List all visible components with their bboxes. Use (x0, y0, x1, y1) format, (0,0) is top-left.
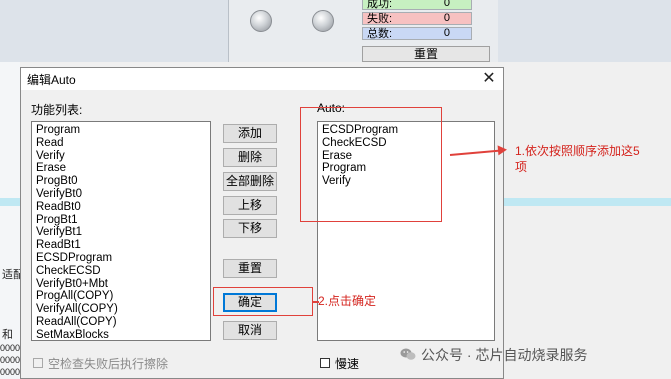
dialog-title: 编辑Auto (27, 73, 76, 87)
move-down-button[interactable]: 下移 (223, 219, 277, 238)
annotation-note-1: 1.依次按照顺序添加这5 (515, 144, 640, 158)
function-list-item[interactable]: Verify (36, 150, 206, 163)
add-button[interactable]: 添加 (223, 124, 277, 143)
annotation-note-1-cont: 项 (515, 160, 528, 174)
cancel-button[interactable]: 取消 (223, 321, 277, 340)
stat-total-label: 总数: (367, 28, 393, 40)
move-up-button[interactable]: 上移 (223, 196, 277, 215)
retry-erase-checkbox[interactable] (33, 358, 43, 368)
slow-speed-checkbox[interactable] (320, 358, 330, 368)
watermark-text: 公众号 · 芯片自动烧录服务 (421, 347, 588, 363)
function-list-item[interactable]: ECSDProgram (36, 252, 206, 265)
status-led-1 (250, 10, 272, 32)
delete-all-button[interactable]: 全部删除 (223, 172, 277, 191)
background-text-fragment: 0000 (0, 367, 21, 377)
stat-success-value: 0 (443, 0, 450, 9)
dialog-titlebar: 编辑Auto ✕ (21, 68, 503, 90)
slow-speed-label: 慢速 (335, 357, 360, 371)
reset-button[interactable]: 重置 (223, 259, 277, 278)
background-text-fragment: 0000 (0, 355, 21, 365)
function-list-item[interactable]: ReadBt0 (36, 201, 206, 214)
function-list-item[interactable]: SetMaxBlocks (36, 329, 206, 342)
stat-success-row: 成功: (362, 0, 472, 10)
function-list-item[interactable]: ProgAll(COPY) (36, 290, 206, 303)
close-icon[interactable]: ✕ (479, 69, 499, 89)
function-list-item[interactable]: VerifyAll(COPY) (36, 303, 206, 316)
stat-total-row: 总数: (362, 27, 472, 40)
function-list-item[interactable]: Program (36, 124, 206, 137)
delete-button[interactable]: 删除 (223, 148, 277, 167)
function-list-item[interactable]: VerifyBt0+Mbt (36, 278, 206, 291)
function-list-item[interactable]: ProgBt1 (36, 214, 206, 227)
function-listbox[interactable]: Program Read Verify Erase ProgBt0 VerifyBt0 Re… (31, 121, 211, 341)
background-reset-button[interactable]: 重置 (362, 46, 490, 62)
stat-fail-row: 失败: (362, 12, 472, 25)
retry-erase-label: 空检查失败后执行擦除 (48, 357, 169, 371)
function-list-item[interactable]: Read (36, 137, 206, 150)
stat-total-value: 0 (443, 27, 450, 39)
annotation-box-auto-list (300, 107, 442, 222)
stat-success-label: 成功: (367, 0, 393, 10)
function-list-item[interactable]: CheckECSD (36, 265, 206, 278)
function-list-item[interactable]: VerifyBt0 (36, 188, 206, 201)
function-list-item[interactable]: VerifyBt1 (36, 226, 206, 239)
function-list-item[interactable]: Erase (36, 162, 206, 175)
function-list-item[interactable]: ReadBt1 (36, 239, 206, 252)
function-list-label: 功能列表: (31, 103, 83, 117)
function-list-item[interactable]: ReadAll(COPY) (36, 316, 206, 329)
stat-fail-label: 失败: (367, 13, 393, 25)
status-led-2 (312, 10, 334, 32)
wechat-icon (400, 348, 416, 360)
background-text-fragment: 0000 (0, 343, 21, 353)
stat-fail-value: 0 (443, 12, 450, 24)
function-list-item[interactable]: ProgBt0 (36, 175, 206, 188)
background-text-fragment: 和 (2, 329, 13, 341)
annotation-note-2: 2.点击确定 (318, 294, 377, 308)
annotation-arrowhead-1 (497, 144, 508, 156)
annotation-box-ok-button (213, 287, 313, 316)
